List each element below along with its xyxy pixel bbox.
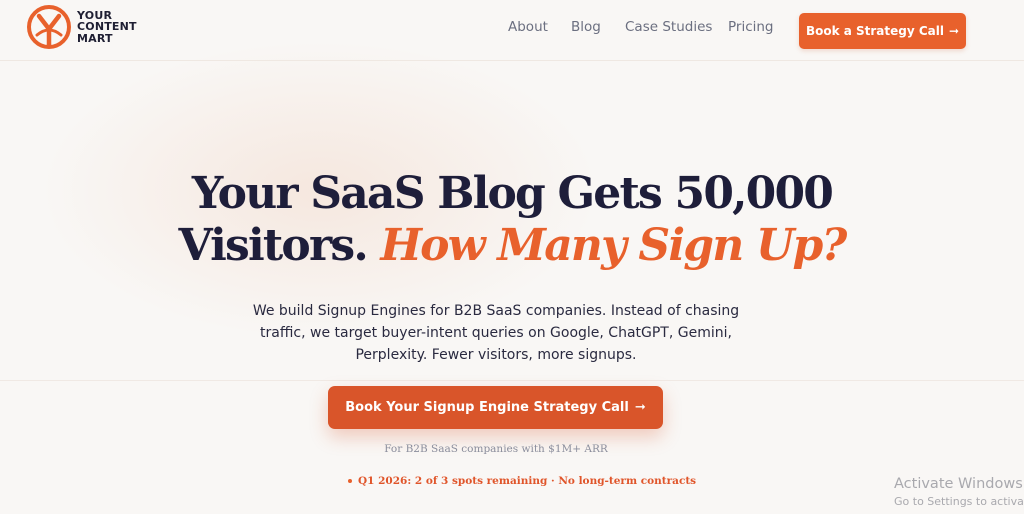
activation-title: Activate Windows <box>894 476 1023 492</box>
hero-headline-plain: Visitors. <box>178 220 369 271</box>
hero-subtext: We build Signup Engines for B2B SaaS com… <box>252 303 740 363</box>
availability-text: Q1 2026: 2 of 3 spots remaining · No lon… <box>358 475 697 487</box>
book-strategy-call-label: Book a Strategy Call <box>805 24 944 38</box>
book-signup-engine-call-label: Book Your Signup Engine Strategy Call <box>345 400 629 415</box>
arrow-right-icon: ➞ <box>634 400 646 415</box>
nav-link-pricing[interactable]: Pricing <box>728 19 774 35</box>
header-divider <box>0 60 1024 61</box>
hero-headline: Your SaaS Blog Gets 50,000 Visitors. How… <box>0 168 1024 272</box>
section-divider <box>0 380 1024 381</box>
nav-link-case-studies[interactable]: Case Studies <box>625 19 712 35</box>
hero-headline-line-2: Visitors. How Many Sign Up? <box>0 220 1024 272</box>
book-strategy-call-button[interactable]: Book a Strategy Call ➞ <box>799 13 966 49</box>
brand-name-line: MART <box>77 31 113 45</box>
hero-headline-accent: How Many Sign Up? <box>380 220 847 271</box>
brand-name: YOUR CONTENT MART <box>77 10 137 45</box>
brand-logo[interactable]: YOUR CONTENT MART <box>27 5 137 49</box>
hero-headline-line-1: Your SaaS Blog Gets 50,000 <box>191 168 834 219</box>
nav-link-about[interactable]: About <box>508 19 548 35</box>
book-signup-engine-call-button[interactable]: Book Your Signup Engine Strategy Call ➞ <box>328 386 663 429</box>
audience-note: For B2B SaaS companies with $1M+ ARR <box>384 443 608 455</box>
windows-activation-watermark: Activate Windows Go to Settings to activ… <box>894 474 1024 510</box>
availability-note: Q1 2026: 2 of 3 spots remaining · No lon… <box>348 475 696 487</box>
brand-logo-icon <box>27 5 71 49</box>
nav-link-blog[interactable]: Blog <box>571 19 601 35</box>
arrow-right-icon: ➞ <box>949 24 960 38</box>
status-dot-icon <box>348 479 352 483</box>
activation-subtitle: Go to Settings to activate <box>894 495 1024 508</box>
